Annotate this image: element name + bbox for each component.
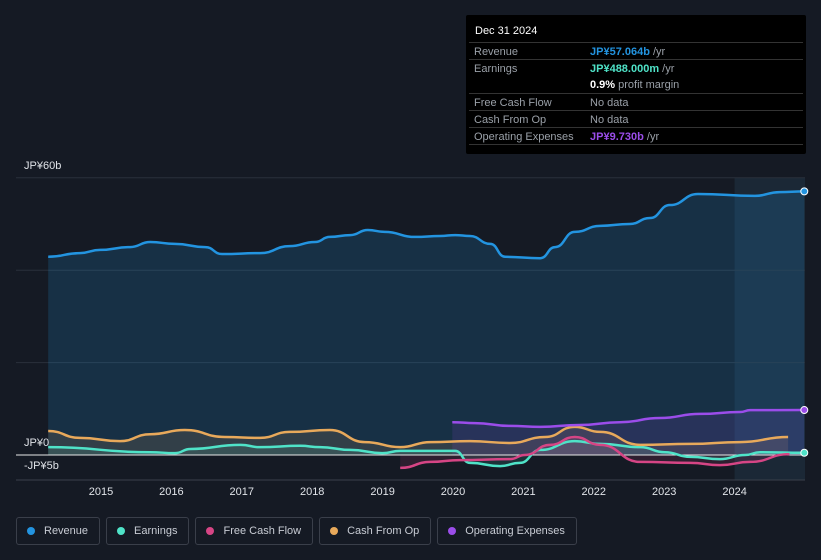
legend-label: Revenue (44, 525, 89, 537)
tooltip-row: Operating Expenses JP¥9.730b /yr (469, 127, 803, 145)
legend-dot-icon (330, 527, 339, 535)
tooltip-value: 0.9% profit margin (590, 79, 680, 91)
x-tick-label: 2017 (230, 486, 254, 498)
x-tick-label: 2019 (370, 486, 394, 498)
legend-label: Cash From Op (347, 525, 420, 537)
legend-item-cash-from-op[interactable]: Cash From Op (319, 517, 432, 545)
tooltip-row: 0.9% profit margin (469, 76, 803, 93)
tooltip-label: Free Cash Flow (474, 97, 552, 109)
legend-label: Free Cash Flow (223, 525, 302, 537)
tooltip-value: No data (590, 97, 629, 109)
x-tick-label: 2023 (652, 486, 676, 498)
x-tick-label: 2015 (89, 486, 113, 498)
legend-dot-icon (206, 527, 215, 535)
x-tick-label: 2022 (582, 486, 606, 498)
tooltip-value: No data (590, 114, 629, 126)
legend-dot-icon (448, 527, 457, 535)
legend-item-revenue[interactable]: Revenue (16, 517, 101, 545)
x-tick-label: 2024 (722, 486, 746, 498)
tooltip-row: Free Cash Flow No data (469, 93, 803, 111)
legend-label: Operating Expenses (465, 525, 565, 537)
tooltip: Dec 31 2024 Revenue JP¥57.064b /yr Earning… (466, 15, 806, 154)
tooltip-row: Cash From Op No data (469, 110, 803, 128)
y-tick-label: -JP¥5b (24, 460, 59, 472)
legend-dot-icon (27, 527, 35, 535)
tooltip-row: Earnings JP¥488.000m /yr (469, 59, 803, 77)
end-marker (800, 406, 809, 415)
end-marker (800, 448, 809, 457)
legend: Revenue Earnings Free Cash Flow Cash From O… (16, 517, 577, 545)
legend-item-operating-expenses[interactable]: Operating Expenses (437, 517, 577, 545)
tooltip-label: Revenue (474, 46, 519, 58)
y-tick-label: JP¥60b (24, 160, 62, 172)
legend-item-free-cash-flow[interactable]: Free Cash Flow (195, 517, 314, 545)
tooltip-value: JP¥488.000m /yr (590, 63, 675, 75)
end-marker (800, 187, 809, 196)
tooltip-value: JP¥57.064b /yr (590, 46, 666, 58)
tooltip-row: Revenue JP¥57.064b /yr (469, 42, 803, 60)
x-tick-label: 2018 (300, 486, 324, 498)
x-tick-label: 2016 (159, 486, 183, 498)
y-tick-label: JP¥0 (24, 437, 50, 449)
tooltip-value: JP¥9.730b /yr (590, 131, 660, 143)
legend-dot-icon (117, 527, 126, 535)
x-tick-label: 2021 (511, 486, 535, 498)
legend-item-earnings[interactable]: Earnings (106, 517, 190, 545)
x-tick-label: 2020 (441, 486, 465, 498)
tooltip-date: Dec 31 2024 (475, 25, 538, 37)
tooltip-label: Operating Expenses (474, 131, 574, 143)
legend-label: Earnings (134, 525, 178, 537)
tooltip-label: Earnings (474, 63, 518, 75)
tooltip-label: Cash From Op (474, 114, 547, 126)
